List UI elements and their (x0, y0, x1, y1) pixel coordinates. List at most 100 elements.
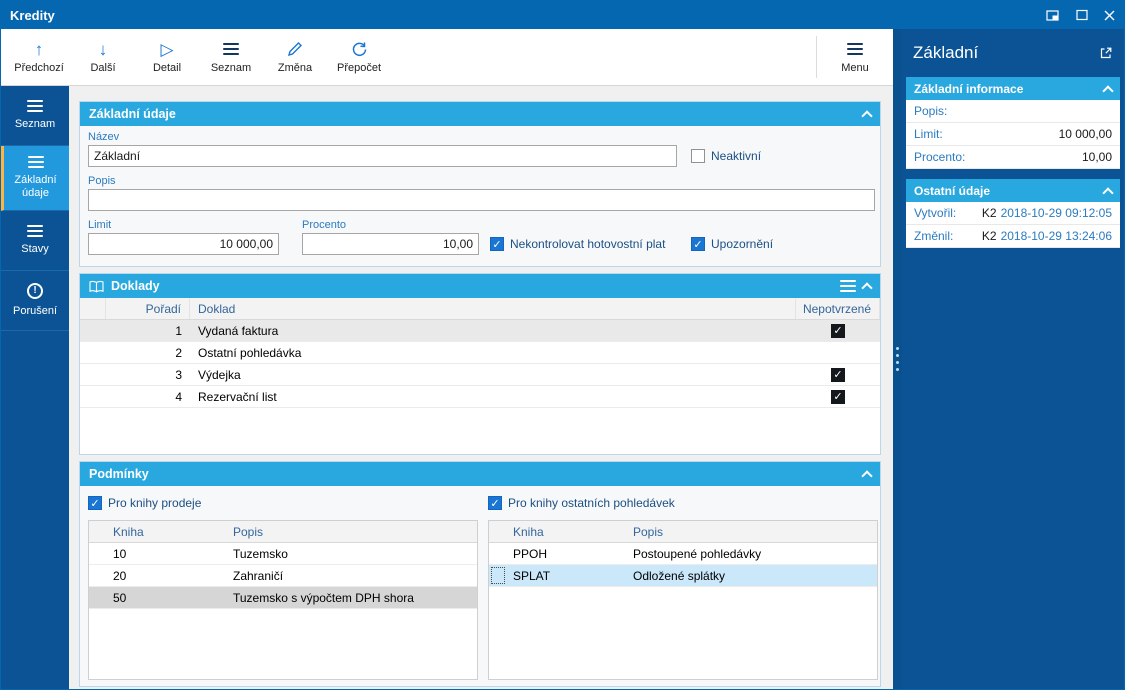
pro-knihy-pohledavek-checkbox-row[interactable]: ✓ Pro knihy ostatních pohledávek (488, 496, 675, 510)
pro-knihy-prodeje-checkbox[interactable]: ✓ (88, 496, 102, 510)
nepotvrzene-cell[interactable]: ✓ (796, 389, 880, 404)
list-button[interactable]: Seznam (199, 32, 263, 82)
row-label: Procento: (914, 150, 966, 164)
procento-input[interactable] (302, 233, 479, 255)
limit-input[interactable] (88, 233, 279, 255)
datetime-value: 2018-10-29 13:24:06 (1000, 229, 1112, 243)
kniha-column: Kniha (513, 524, 544, 539)
pro-knihy-prodeje-label: Pro knihy prodeje (108, 496, 202, 510)
window-controls (1046, 9, 1115, 22)
panel-zakladni-udaje: Základní údaje Název ✓ Neaktivní Popis (79, 101, 881, 267)
procento-label: Procento (302, 219, 347, 231)
panel-header[interactable]: Podmínky (80, 462, 880, 486)
doklady-table: Pořadí Doklad Nepotvrzené 1 Vydaná faktur… (80, 298, 880, 454)
popis-label: Popis (88, 175, 116, 187)
doklady-row[interactable]: 4 Rezervační list ✓ (80, 386, 880, 408)
pencil-icon (287, 40, 303, 58)
kniha-cell: PPOH (513, 546, 548, 561)
menu-hamburger-icon (847, 40, 863, 58)
book-table-header: Kniha Popis (489, 521, 877, 543)
previous-button-label: Předchozí (14, 62, 64, 74)
upozorneni-label: Upozornění (711, 237, 774, 251)
section-header[interactable]: Základní informace (906, 77, 1120, 100)
list-icon (27, 100, 43, 112)
recalculate-button[interactable]: Přepočet (327, 32, 391, 82)
row-label: Limit: (914, 127, 943, 141)
row-label: Popis: (914, 104, 948, 118)
close-icon[interactable] (1104, 10, 1115, 21)
refresh-icon (351, 40, 368, 58)
neaktivni-checkbox[interactable]: ✓ (691, 149, 705, 163)
app-window: Kredity ↑ Předchozí ↓ Další ▷ Detail Sez… (0, 0, 1125, 690)
panel-title: Základní údaje (89, 107, 176, 121)
nepotvrzene-checkbox[interactable]: ✓ (831, 389, 845, 404)
pro-knihy-pohledavek-checkbox[interactable]: ✓ (488, 496, 502, 510)
row-selector-cell (489, 565, 507, 586)
popis-cell: Odložené splátky (633, 568, 726, 583)
nekontrolovat-checkbox-row[interactable]: ✓ Nekontrolovat hotovostní plat (490, 237, 665, 251)
nepotvrzene-checkbox[interactable]: ✓ (831, 367, 845, 382)
panel-header[interactable]: Doklady (80, 274, 880, 298)
upozorneni-checkbox[interactable]: ✓ (691, 237, 705, 251)
row-selector-cell (489, 543, 507, 564)
previous-button[interactable]: ↑ Předchozí (7, 32, 71, 82)
menu-button[interactable]: Menu (823, 32, 887, 82)
dock-window-icon[interactable] (1046, 9, 1060, 22)
popout-icon[interactable] (1099, 46, 1113, 60)
nepotvrzene-cell[interactable]: ✓ (796, 367, 880, 382)
doklady-row[interactable]: 2 Ostatní pohledávka (80, 342, 880, 364)
doklad-cell: Výdejka (198, 367, 241, 382)
sidebar-item-zakladni-udaje[interactable]: Základní údaje (1, 146, 69, 211)
poradi-cell: 1 (175, 323, 182, 338)
collapse-chevron-icon[interactable] (861, 282, 873, 294)
book-row[interactable]: PPOH Postoupené pohledávky (489, 543, 877, 565)
popis-column: Popis (633, 524, 664, 539)
panel-splitter[interactable] (893, 29, 902, 689)
pro-knihy-pohledavek-label: Pro knihy ostatních pohledávek (508, 496, 675, 510)
upozorneni-checkbox-row[interactable]: ✓ Upozornění (691, 237, 773, 251)
panel-header[interactable]: Základní údaje (80, 102, 880, 126)
kniha-cell: 50 (113, 590, 127, 605)
neaktivni-checkbox-row[interactable]: ✓ Neaktivní (691, 149, 761, 163)
book-row[interactable]: 20 Zahraničí (89, 565, 477, 587)
collapse-chevron-icon[interactable] (861, 110, 873, 122)
sidebar-item-seznam[interactable]: Seznam (1, 86, 69, 146)
left-sidebar: Seznam Základní údaje Stavy ! Porušení (1, 86, 69, 689)
doklady-row[interactable]: 1 Vydaná faktura ✓ (80, 320, 880, 342)
section-header[interactable]: Ostatní údaje (906, 179, 1120, 202)
sidebar-item-poruseni[interactable]: ! Porušení (1, 271, 69, 331)
sidebar-item-stavy[interactable]: Stavy (1, 211, 69, 271)
panel-doklady: Doklady Pořadí Doklad Nepotvrzené 1 Vyda… (79, 273, 881, 455)
book-row[interactable]: 10 Tuzemsko (89, 543, 477, 565)
maximize-icon[interactable] (1076, 9, 1088, 21)
nepotvrzene-checkbox[interactable]: ✓ (831, 323, 845, 338)
nepotvrzene-cell[interactable]: ✓ (796, 323, 880, 338)
doklad-cell: Ostatní pohledávka (198, 345, 302, 360)
alert-circle-icon: ! (27, 283, 43, 299)
collapse-chevron-icon[interactable] (861, 470, 873, 482)
detail-button[interactable]: ▷ Detail (135, 32, 199, 82)
grid-menu-icon[interactable] (840, 280, 856, 292)
section-title: Základní informace (914, 81, 1024, 96)
pro-knihy-prodeje-checkbox-row[interactable]: ✓ Pro knihy prodeje (88, 496, 201, 510)
doklad-cell: Vydaná faktura (198, 323, 279, 338)
collapse-chevron-icon[interactable] (1102, 186, 1114, 199)
popis-cell: Tuzemsko s výpočtem DPH shora (233, 590, 414, 605)
book-row[interactable]: SPLAT Odložené splátky (489, 565, 877, 587)
book-row[interactable]: 50 Tuzemsko s výpočtem DPH shora (89, 587, 477, 609)
doklady-row[interactable]: 3 Výdejka ✓ (80, 364, 880, 386)
hamburger-icon (223, 40, 239, 58)
arrow-down-icon: ↓ (98, 39, 108, 59)
next-button-label: Další (90, 62, 116, 74)
popis-input[interactable] (88, 189, 875, 211)
panel-title: Doklady (111, 279, 160, 293)
nazev-label: Název (88, 131, 120, 143)
popis-cell: Zahraničí (233, 568, 284, 583)
collapse-chevron-icon[interactable] (1102, 84, 1114, 97)
nekontrolovat-checkbox[interactable]: ✓ (490, 237, 504, 251)
nazev-input[interactable] (88, 145, 677, 167)
sidebar-item-label: Stavy (21, 243, 49, 255)
edit-button[interactable]: Změna (263, 32, 327, 82)
sidebar-item-label: Základní údaje (14, 174, 57, 199)
next-button[interactable]: ↓ Další (71, 32, 135, 82)
